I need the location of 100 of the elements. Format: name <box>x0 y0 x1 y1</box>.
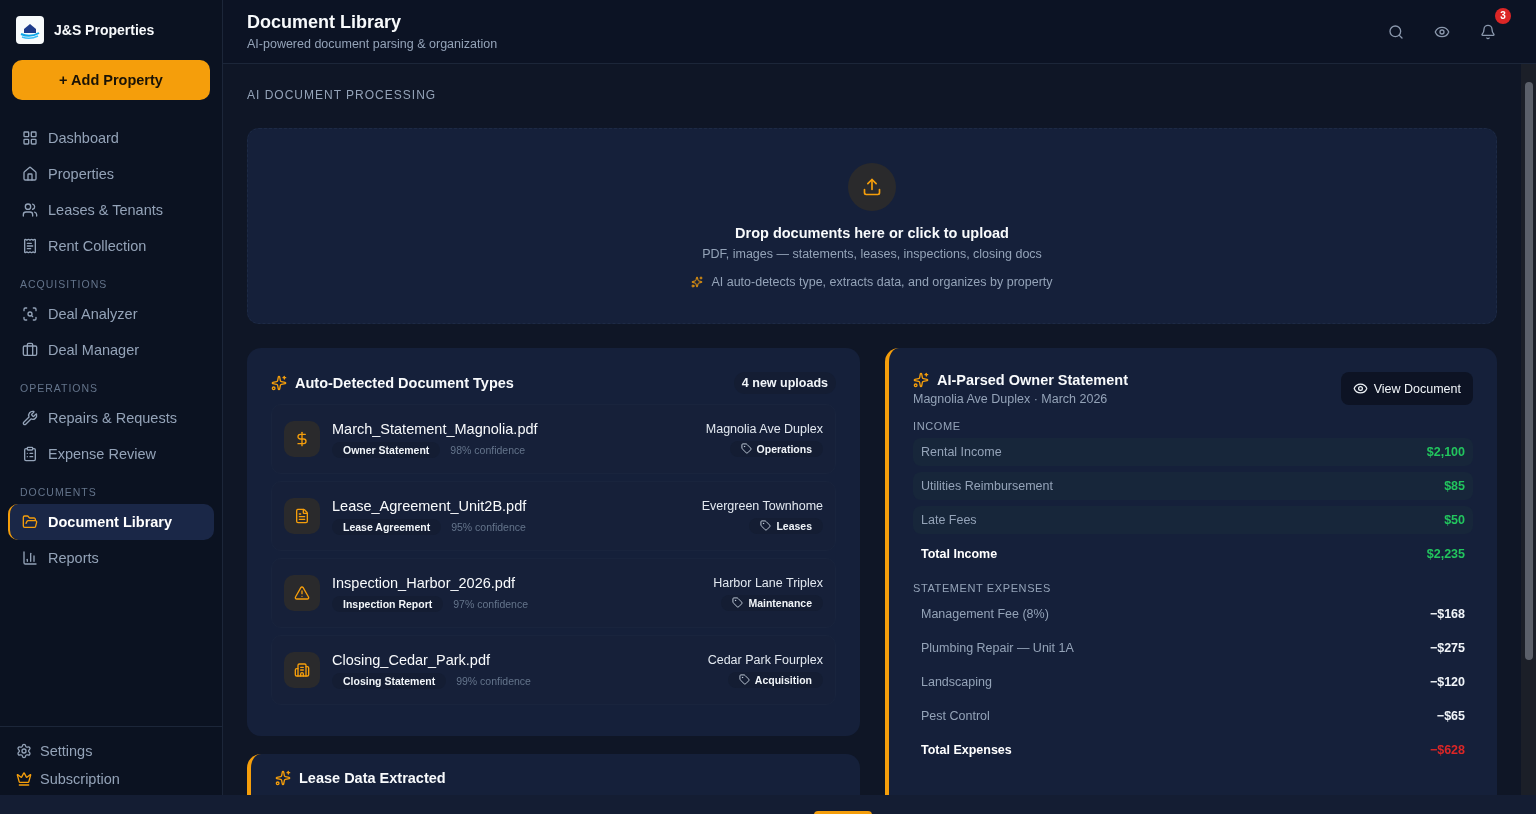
nav-icon <box>22 550 38 566</box>
page-subtitle: AI-powered document parsing & organization <box>247 37 498 51</box>
upload-icon <box>848 163 896 211</box>
statement-section-label: INCOME <box>913 420 962 432</box>
card-title: AI-Parsed Owner Statement <box>937 372 1128 388</box>
property-name: Magnolia Ave Duplex <box>705 421 823 436</box>
nav-icon <box>22 166 38 182</box>
file-name: Lease_Agreement_Unit2B.pdf <box>332 497 528 514</box>
file-name: Closing_Cedar_Park.pdf <box>332 651 491 668</box>
nav-item[interactable]: Subscription <box>0 765 222 793</box>
line-label: Landscaping <box>921 675 992 689</box>
bell-icon <box>1480 23 1496 40</box>
line-label: Rental Income <box>921 445 1002 459</box>
property-name: Cedar Park Fourplex <box>707 652 823 667</box>
document-type-icon <box>284 498 320 534</box>
document-row[interactable]: Inspection_Harbor_2026.pdf Inspection Report 97% confidence Harbor Lane Triplex Maintenance <box>271 558 836 628</box>
line-label: Total Income <box>921 547 998 561</box>
document-row[interactable]: Closing_Cedar_Park.pdf Closing Statement 99% confidence Cedar Park Fourplex Acquisition <box>271 635 836 705</box>
statement-section-label: STATEMENT EXPENSES <box>913 582 1052 594</box>
search-icon <box>1388 23 1404 40</box>
card-subtitle: Magnolia Ave Duplex · March 2026 <box>913 392 1109 406</box>
upload-dropzone[interactable]: Drop documents here or click to upload PDF, images — statements, leases, inspections, closing docs AI auto-detects type, extracts data, and organizes by property <box>247 128 1497 324</box>
document-type-tag: Owner Statement <box>332 441 441 458</box>
nav-section-label: OPERATIONS <box>19 382 100 394</box>
logo-icon <box>16 16 44 44</box>
eye-icon <box>1352 381 1368 396</box>
tag-icon <box>738 674 750 685</box>
section-label: AI DOCUMENT PROCESSING <box>247 88 438 102</box>
nav-icon <box>22 202 38 218</box>
uploads-badge: 4 new uploads <box>733 372 836 394</box>
nav-icon <box>22 514 38 530</box>
line-amount: −$275 <box>1429 641 1465 655</box>
line-amount: $85 <box>1444 479 1465 493</box>
confidence: 99% confidence <box>456 674 531 687</box>
line-amount: −$65 <box>1436 709 1465 723</box>
nav-icon <box>22 410 38 426</box>
document-type-icon <box>284 421 320 457</box>
nav-item[interactable]: Dashboard <box>8 120 214 156</box>
property-name: Harbor Lane Triplex <box>713 575 823 590</box>
dropzone-title: Drop documents here or click to upload <box>735 225 1009 241</box>
document-type-icon <box>284 652 320 688</box>
nav-item[interactable]: Reports <box>8 540 214 576</box>
line-label: Total Expenses <box>921 743 1012 757</box>
document-type-tag: Inspection Report <box>332 595 444 612</box>
tag-icon <box>760 520 772 531</box>
nav-item[interactable]: Deal Analyzer <box>8 296 214 332</box>
add-property-button[interactable]: + Add Property <box>12 60 210 100</box>
line-amount: $2,235 <box>1426 547 1465 561</box>
nav-item[interactable]: Settings <box>0 737 222 765</box>
document-row[interactable]: March_Statement_Magnolia.pdf Owner Statement 98% confidence Magnolia Ave Duplex Operations <box>271 404 836 474</box>
nav-item[interactable]: Document Library <box>8 504 214 540</box>
line-amount: $2,100 <box>1426 445 1465 459</box>
document-type-tag: Closing Statement <box>332 672 447 689</box>
nav-icon <box>22 342 38 358</box>
file-name: March_Statement_Magnolia.pdf <box>332 420 539 437</box>
nav-item[interactable]: Leases & Tenants <box>8 192 214 228</box>
nav-icon <box>22 446 38 462</box>
file-name: Inspection_Harbor_2026.pdf <box>332 574 516 591</box>
page-title: Document Library <box>247 12 403 33</box>
nav-icon <box>22 306 38 322</box>
nav-item[interactable]: Expense Review <box>8 436 214 472</box>
document-row[interactable]: Lease_Agreement_Unit2B.pdf Lease Agreement 95% confidence Evergreen Townhome Leases <box>271 481 836 551</box>
nav-item[interactable]: Deal Manager <box>8 332 214 368</box>
property-name: Evergreen Townhome <box>701 498 823 513</box>
category-tag: Maintenance <box>721 594 823 611</box>
sparkles-icon <box>275 770 291 786</box>
confidence: 97% confidence <box>453 597 528 610</box>
nav-item[interactable]: Rent Collection <box>8 228 214 264</box>
line-label: Pest Control <box>921 709 990 723</box>
dropzone-formats: PDF, images — statements, leases, inspections, closing docs <box>702 247 1042 261</box>
line-label: Late Fees <box>921 513 977 527</box>
nav-icon <box>22 238 38 254</box>
category-tag: Leases <box>749 517 823 534</box>
dropzone-note: AI auto-detects type, extracts data, and organizes by property <box>711 275 1053 289</box>
line-label: Plumbing Repair — Unit 1A <box>921 641 1074 655</box>
crown-icon <box>16 771 32 787</box>
category-tag: Acquisition <box>727 671 823 688</box>
line-label: Utilities Reimbursement <box>921 479 1053 493</box>
sparkles-icon <box>913 372 929 388</box>
card-title: Auto-Detected Document Types <box>295 375 514 391</box>
tag-icon <box>732 597 744 608</box>
view-document-button[interactable]: View Document <box>1340 372 1473 405</box>
line-amount: −$168 <box>1429 607 1465 621</box>
brand-name: J&S Properties <box>54 22 155 38</box>
line-label: Management Fee (8%) <box>921 607 1049 621</box>
nav-icon <box>22 130 38 146</box>
nav-item[interactable]: Properties <box>8 156 214 192</box>
category-tag: Operations <box>729 440 823 457</box>
confidence: 98% confidence <box>450 443 526 456</box>
line-amount: $50 <box>1444 513 1465 527</box>
card-title: Lease Data Extracted <box>299 770 446 786</box>
confidence: 95% confidence <box>451 520 526 533</box>
nav-section-label: ACQUISITIONS <box>19 278 109 290</box>
line-amount: −$120 <box>1429 675 1465 689</box>
line-amount: −$628 <box>1429 743 1465 757</box>
document-type-icon <box>284 575 320 611</box>
nav-item[interactable]: Repairs & Requests <box>8 400 214 436</box>
nav-section-label: DOCUMENTS <box>19 486 98 498</box>
tag-icon <box>740 443 752 454</box>
notification-badge: 3 <box>1495 7 1511 24</box>
